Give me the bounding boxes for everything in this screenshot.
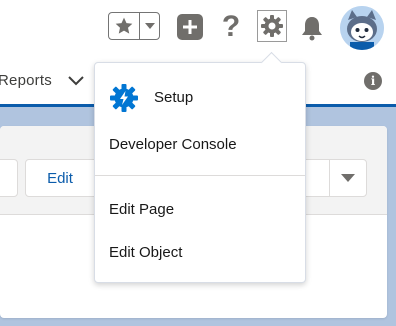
favorites-list-button[interactable] xyxy=(140,13,159,39)
info-icon-glyph: i xyxy=(370,74,376,88)
favorites-star-button[interactable] xyxy=(109,13,140,39)
edit-button-label: Edit xyxy=(47,169,73,187)
user-avatar-button[interactable] xyxy=(340,6,384,50)
favorites-button-group xyxy=(108,12,160,40)
chevron-down-icon[interactable] xyxy=(67,74,85,88)
info-icon[interactable]: i xyxy=(364,72,382,90)
help-icon: ? xyxy=(221,10,241,43)
setup-button[interactable] xyxy=(257,10,287,42)
gear-icon xyxy=(261,15,283,37)
menu-item-edit-page[interactable]: Edit Page xyxy=(109,201,319,218)
avatar-icon xyxy=(340,6,384,50)
global-actions-button[interactable] xyxy=(177,14,203,40)
plus-icon xyxy=(183,20,197,34)
menu-item-setup[interactable]: Setup xyxy=(95,83,305,113)
setup-gear-icon xyxy=(110,84,138,112)
global-header: ? xyxy=(0,0,396,58)
menu-item-setup-label: Setup xyxy=(154,89,194,106)
menu-divider xyxy=(95,175,305,176)
notifications-button[interactable] xyxy=(298,12,326,44)
caret-down-icon xyxy=(144,23,155,29)
star-icon xyxy=(115,17,133,34)
help-button[interactable]: ? xyxy=(219,10,243,44)
menu-item-edit-object[interactable]: Edit Object xyxy=(109,244,319,261)
bell-icon xyxy=(302,17,322,41)
setup-menu: Setup Developer Console Edit Page Edit O… xyxy=(94,62,306,283)
more-actions-button[interactable] xyxy=(329,159,367,197)
record-action-button[interactable] xyxy=(0,159,18,197)
nav-item-reports[interactable]: Reports xyxy=(0,72,52,89)
edit-button[interactable]: Edit xyxy=(25,159,95,197)
caret-down-icon xyxy=(341,174,355,182)
menu-item-developer-console[interactable]: Developer Console xyxy=(109,136,319,153)
